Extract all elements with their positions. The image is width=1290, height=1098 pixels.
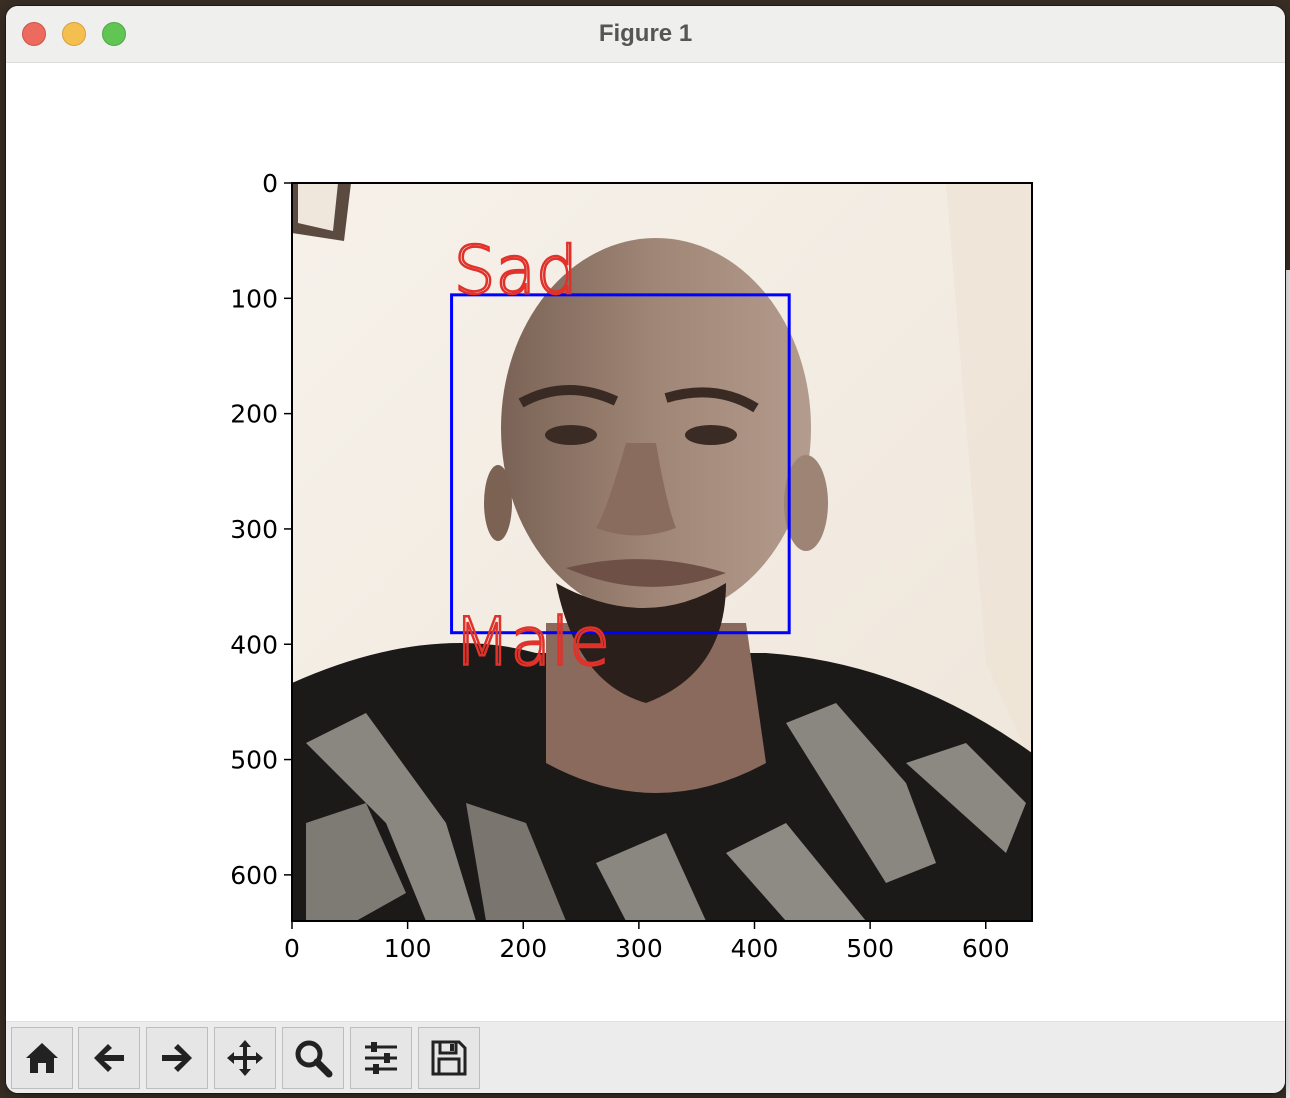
title-bar[interactable]: Figure 1 xyxy=(6,6,1285,63)
x-tick-label: 0 xyxy=(284,934,300,963)
y-tick-label: 300 xyxy=(230,515,278,544)
arrow-right-icon xyxy=(162,1044,192,1072)
gender-label: Male xyxy=(454,604,610,681)
x-tick-label: 400 xyxy=(731,934,779,963)
zoom-button[interactable] xyxy=(282,1027,344,1089)
y-tick-label: 200 xyxy=(230,400,278,429)
y-axis: 0 100 200 300 400 500 600 xyxy=(230,169,292,890)
navigation-toolbar xyxy=(6,1021,1285,1093)
back-button[interactable] xyxy=(78,1027,140,1089)
floppy-icon xyxy=(431,1040,467,1076)
home-button[interactable] xyxy=(11,1027,73,1089)
x-axis: 0 100 200 300 400 500 600 xyxy=(284,921,1010,963)
arrow-left-icon xyxy=(94,1044,124,1072)
home-icon xyxy=(26,1043,58,1073)
figure-window: Figure 1 Sad Male 0 100 200 300 400 500 … xyxy=(6,6,1285,1093)
y-tick-label: 100 xyxy=(230,284,278,313)
forward-button[interactable] xyxy=(146,1027,208,1089)
desktop-background xyxy=(1286,270,1290,1098)
emotion-label: Sad xyxy=(454,232,578,309)
x-tick-label: 600 xyxy=(962,934,1010,963)
y-tick-label: 600 xyxy=(230,861,278,890)
plot-area[interactable]: Sad Male 0 100 200 300 400 500 600 0 100 200 300 40… xyxy=(6,63,1285,1020)
save-button[interactable] xyxy=(418,1027,480,1089)
pan-button[interactable] xyxy=(214,1027,276,1089)
sliders-icon xyxy=(365,1042,397,1074)
x-tick-label: 200 xyxy=(499,934,547,963)
magnifier-icon xyxy=(295,1040,333,1078)
y-tick-label: 400 xyxy=(230,630,278,659)
x-tick-label: 500 xyxy=(846,934,894,963)
move-icon xyxy=(227,1040,263,1076)
y-tick-label: 500 xyxy=(230,746,278,775)
x-tick-label: 100 xyxy=(384,934,432,963)
configure-subplots-button[interactable] xyxy=(350,1027,412,1089)
y-tick-label: 0 xyxy=(262,169,278,198)
window-title: Figure 1 xyxy=(598,20,693,47)
x-tick-label: 300 xyxy=(615,934,663,963)
figure-canvas[interactable]: Sad Male 0 100 200 300 400 500 600 0 100 200 300 40… xyxy=(6,63,1285,1020)
